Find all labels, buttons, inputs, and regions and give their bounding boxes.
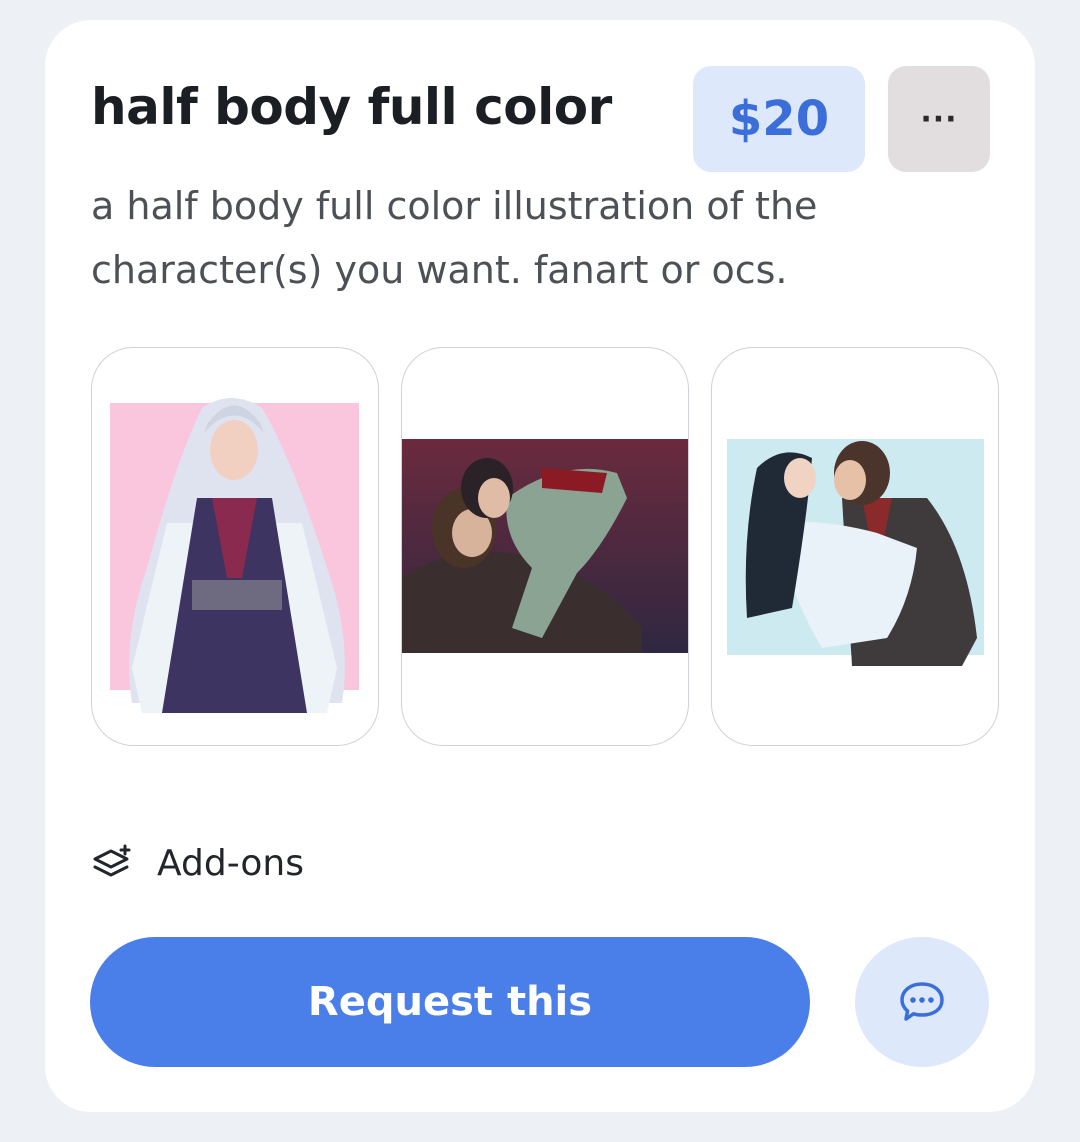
chat-button[interactable] (855, 937, 989, 1067)
gallery-thumbnail-1[interactable] (91, 347, 379, 746)
price-badge: $20 (693, 66, 865, 172)
addons-label: Add-ons (157, 842, 304, 884)
addons-row[interactable]: Add-ons (91, 838, 304, 888)
illustration-two-figures-light (727, 439, 984, 666)
request-button-label: Request this (307, 979, 593, 1025)
request-button[interactable]: Request this (90, 937, 810, 1067)
gallery-thumbnail-3[interactable] (711, 347, 999, 746)
gallery-thumbnail-2[interactable] (401, 347, 689, 746)
chat-bubble-icon (900, 982, 944, 1021)
listing-description: a half body full color illustration of t… (91, 184, 818, 292)
layers-plus-icon (93, 844, 131, 877)
more-icon: ··· (920, 101, 958, 137)
illustration-white-haired-figure (110, 398, 359, 713)
more-options-button[interactable]: ··· (888, 66, 990, 172)
listing-title: half body full color (91, 78, 612, 136)
listing-card: half body full color $20 ··· a half body… (45, 20, 1035, 1112)
illustration-two-figures-dark (402, 439, 688, 653)
